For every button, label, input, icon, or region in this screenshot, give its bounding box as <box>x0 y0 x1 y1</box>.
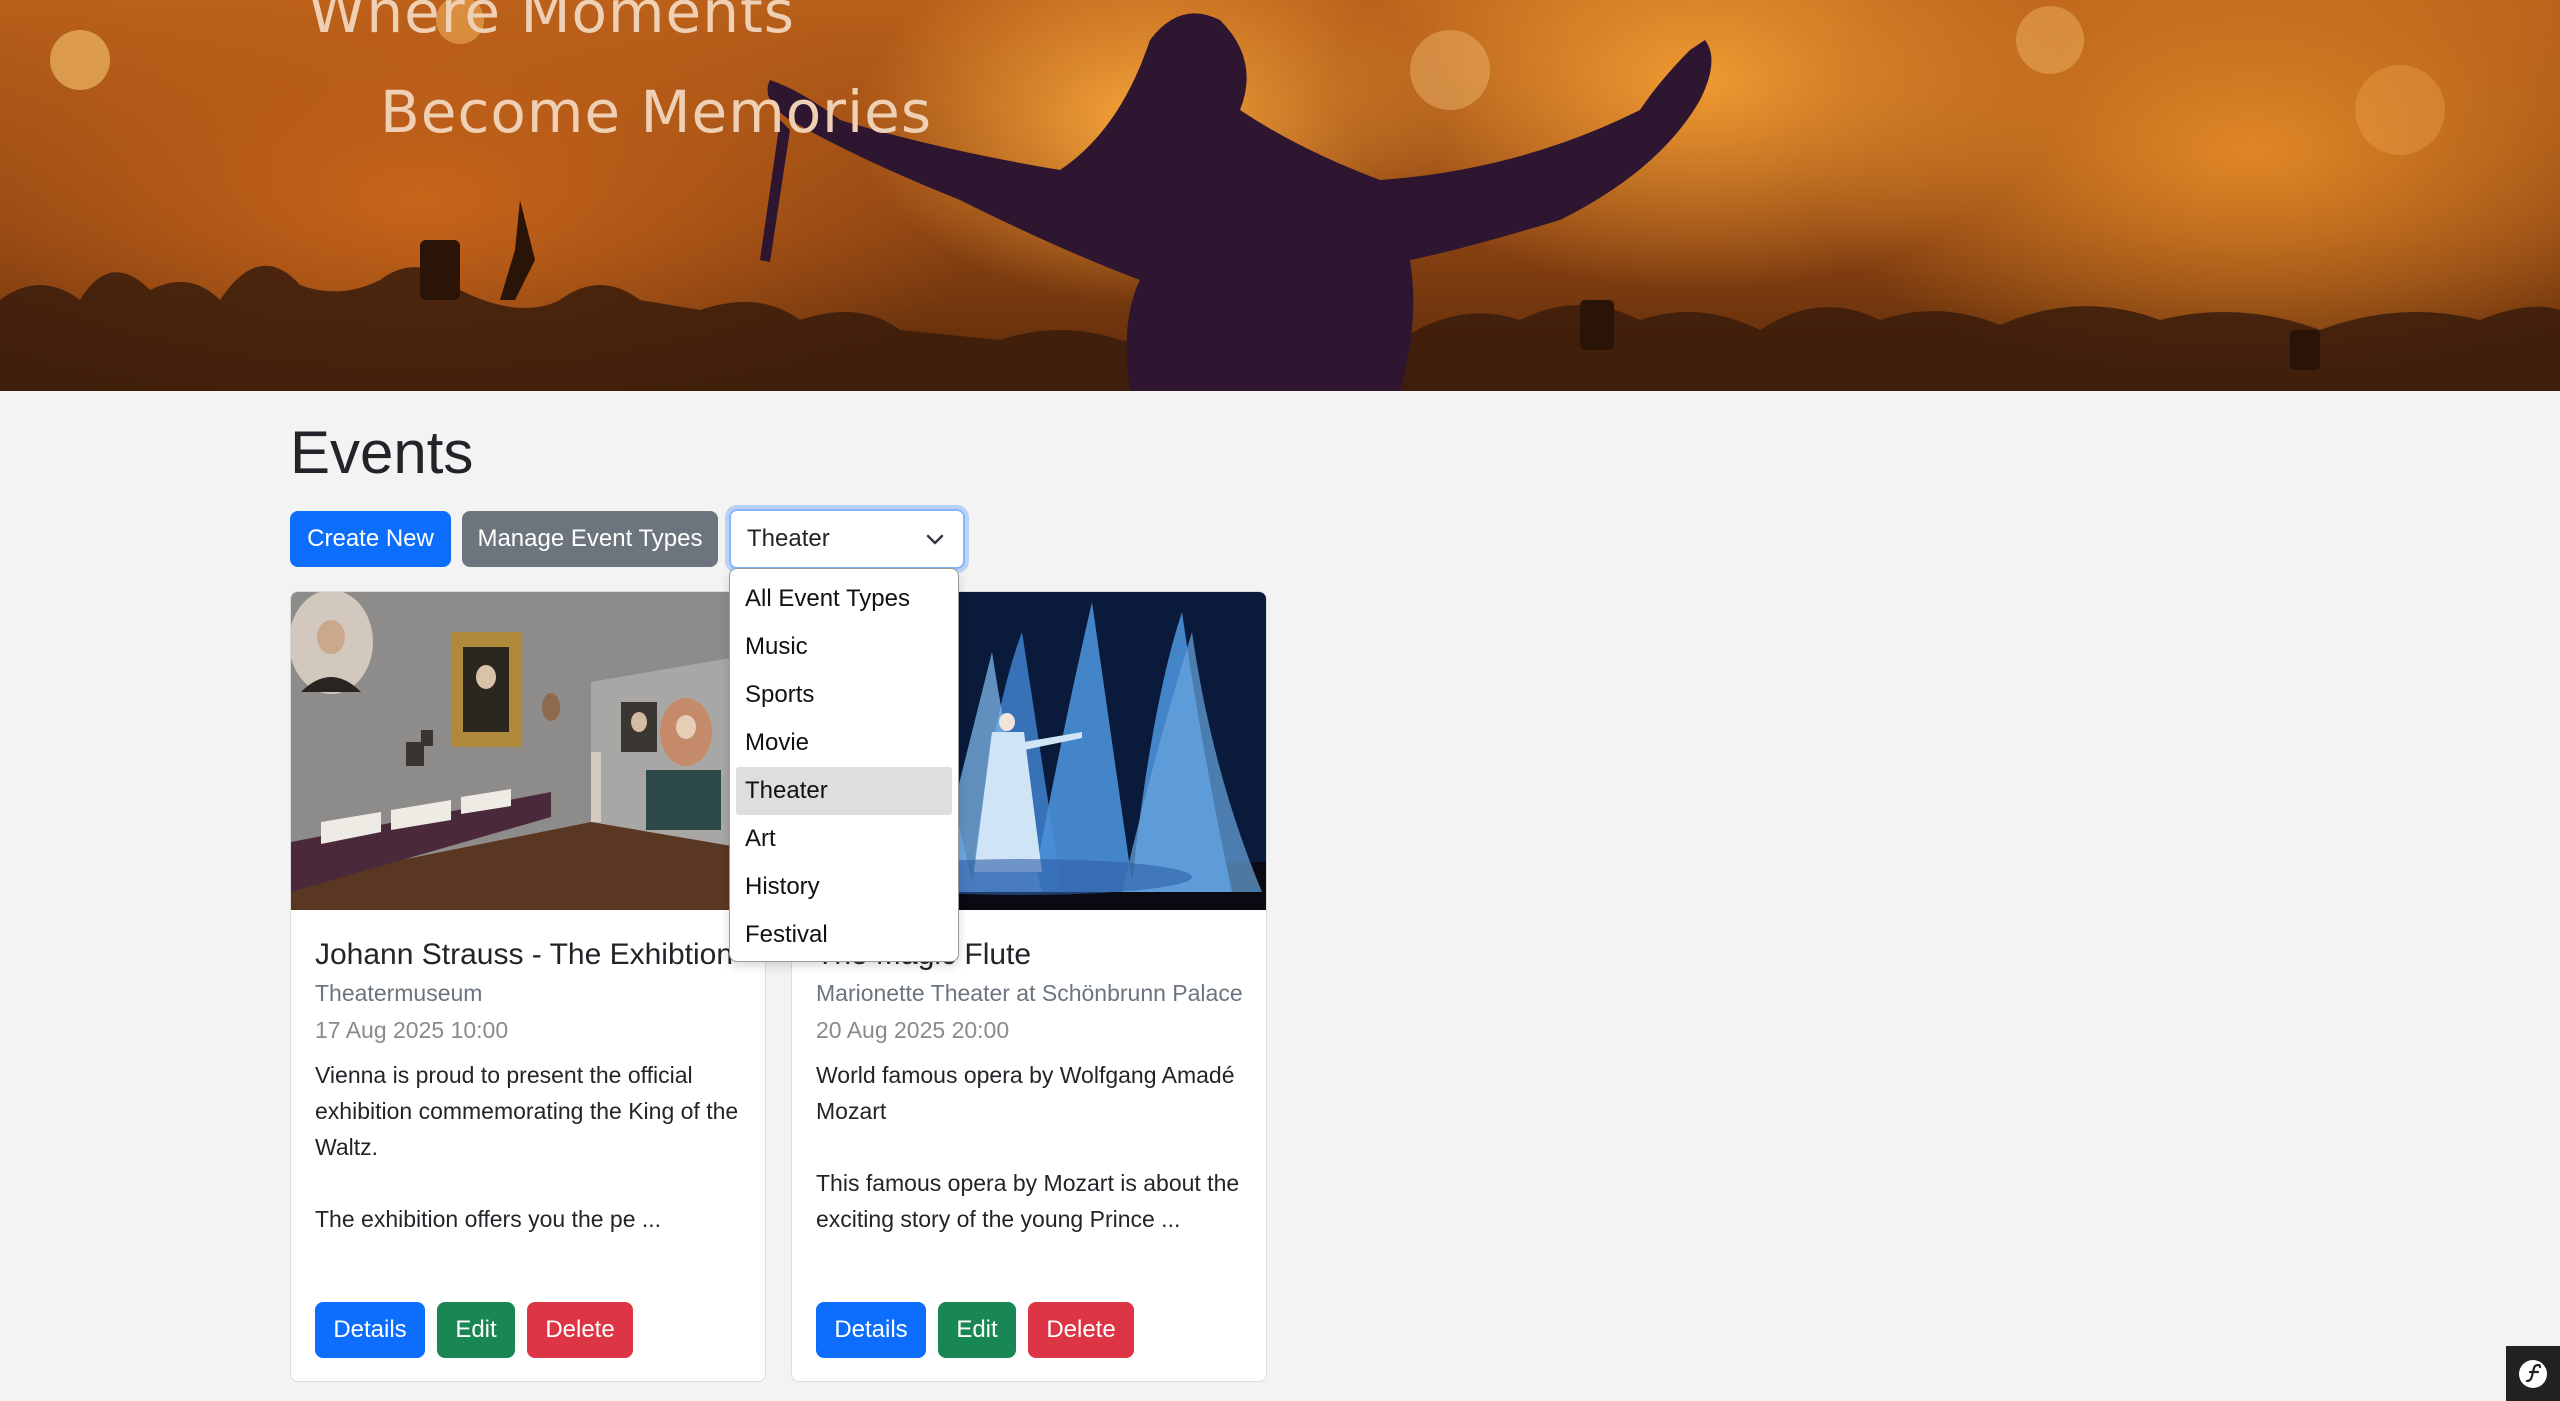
debug-toolbar-toggle[interactable] <box>2506 1346 2560 1401</box>
event-image <box>291 592 765 910</box>
option-history[interactable]: History <box>736 863 952 911</box>
event-type-select[interactable]: Theater <box>729 509 965 569</box>
event-date: 20 Aug 2025 20:00 <box>816 1016 1010 1043</box>
edit-button[interactable]: Edit <box>938 1302 1016 1358</box>
option-festival[interactable]: Festival <box>736 911 952 959</box>
option-theater[interactable]: Theater <box>736 767 952 815</box>
event-venue: Theatermuseum <box>315 980 483 1006</box>
page-title: Events <box>290 419 474 486</box>
option-sports[interactable]: Sports <box>736 671 952 719</box>
event-title: Johann Strauss - The Exhibtion <box>315 938 734 971</box>
hero-tagline-line2: Become Memories <box>380 78 933 146</box>
delete-button[interactable]: Delete <box>527 1302 633 1358</box>
event-description: World famous opera by Wolfgang Amadé Moz… <box>816 1061 1240 1232</box>
hero-tagline-line1: Where Moments <box>308 0 795 46</box>
option-movie[interactable]: Movie <box>736 719 952 767</box>
concert-crowd-image <box>0 0 2560 391</box>
option-art[interactable]: Art <box>736 815 952 863</box>
create-new-button[interactable]: Create New <box>290 511 451 567</box>
event-venue: Marionette Theater at Schönbrunn Palace <box>816 980 1243 1006</box>
option-music[interactable]: Music <box>736 623 952 671</box>
option-all-event-types[interactable]: All Event Types <box>736 575 952 623</box>
details-button[interactable]: Details <box>816 1302 926 1358</box>
hero-banner: Where Moments Become Memories <box>0 0 2560 391</box>
chevron-down-icon <box>926 534 944 545</box>
event-type-dropdown-list: All Event Types Music Sports Movie Theat… <box>729 568 959 962</box>
event-date: 17 Aug 2025 10:00 <box>315 1016 509 1043</box>
delete-button[interactable]: Delete <box>1028 1302 1134 1358</box>
manage-event-types-button[interactable]: Manage Event Types <box>462 511 718 567</box>
event-card: Johann Strauss - The Exhibtion Theatermu… <box>290 591 766 1382</box>
symfony-logo-icon <box>2519 1359 2547 1388</box>
details-button[interactable]: Details <box>315 1302 425 1358</box>
edit-button[interactable]: Edit <box>437 1302 515 1358</box>
event-type-select-value: Theater <box>747 525 830 552</box>
event-description: Vienna is proud to present the official … <box>315 1061 739 1232</box>
